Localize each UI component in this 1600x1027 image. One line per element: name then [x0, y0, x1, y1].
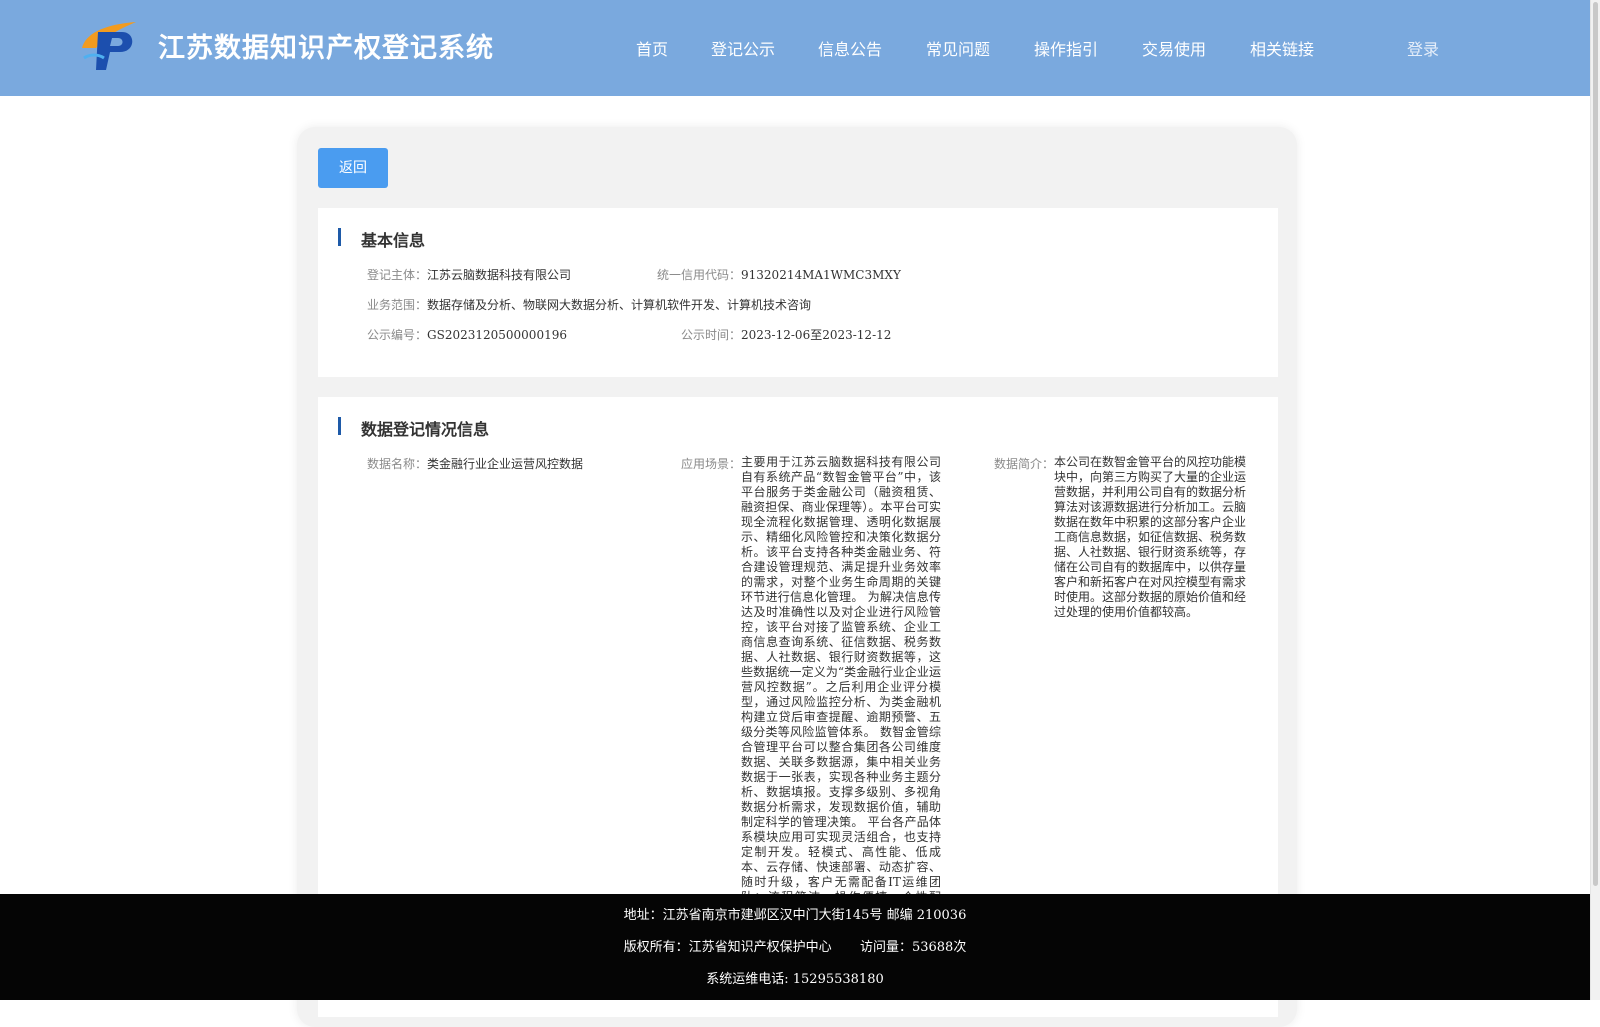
field-label: 数据名称： — [367, 457, 428, 471]
nav-item-info-announcement[interactable]: 信息公告 — [818, 36, 882, 60]
field-label: 登记主体： — [367, 268, 428, 282]
page-scrollbar-thumb[interactable] — [1593, 2, 1598, 886]
footer-visit-count: 访问量：53688次 — [859, 940, 967, 955]
nav-item-trading[interactable]: 交易使用 — [1142, 36, 1206, 60]
nav-item-guide[interactable]: 操作指引 — [1034, 36, 1098, 60]
field-value: GS2023120500000196 — [427, 328, 567, 342]
field-notice-number: 公示编号：GS2023120500000196 — [367, 326, 567, 343]
data-registration-title: 数据登记情况信息 — [361, 420, 490, 439]
site-header: 江苏数据知识产权登记系统 首页 登记公示 信息公告 常见问题 操作指引 交易使用… — [0, 0, 1600, 96]
field-label: 业务范围： — [367, 298, 428, 312]
basic-info-panel — [318, 208, 1278, 377]
application-scene-label: 应用场景： — [681, 457, 742, 471]
field-registration-subject: 登记主体：江苏云脑数据科技有限公司 — [367, 266, 571, 283]
field-label: 公示编号： — [367, 328, 428, 342]
field-label: 统一信用代码： — [657, 268, 742, 282]
section-accent-bar — [338, 417, 341, 435]
nav-item-faq[interactable]: 常见问题 — [926, 36, 990, 60]
field-credit-code: 统一信用代码：91320214MA1WMC3MXY — [657, 266, 901, 283]
field-value: 2023-12-06至2023-12-12 — [741, 328, 892, 342]
nav-item-links[interactable]: 相关链接 — [1250, 36, 1314, 60]
footer-phone: 系统运维电话: 15295538180 — [706, 972, 884, 987]
back-button[interactable]: 返回 — [318, 148, 388, 188]
main-nav: 首页 登记公示 信息公告 常见问题 操作指引 交易使用 相关链接 — [0, 36, 1600, 60]
footer-address: 地址：江苏省南京市建邺区汉中门大街145号 邮编 210036 — [623, 908, 967, 923]
data-intro-text: 本公司在数智金管平台的风控功能模块中，向第三方购买了大量的企业运营数据，并利用公… — [1054, 455, 1247, 619]
basic-info-title: 基本信息 — [361, 231, 426, 250]
field-label: 公示时间： — [681, 328, 742, 342]
footer-copyright-line: 版权所有：江苏省知识产权保护中心 访问量：53688次 — [0, 936, 1590, 955]
nav-item-registration-notice[interactable]: 登记公示 — [711, 36, 775, 60]
login-link[interactable]: 登录 — [1407, 36, 1439, 60]
field-value: 数据存储及分析、物联网大数据分析、计算机软件开发、计算机技术咨询 — [427, 298, 812, 312]
field-value: 91320214MA1WMC3MXY — [741, 268, 901, 282]
field-notice-time: 公示时间：2023-12-06至2023-12-12 — [681, 326, 891, 343]
field-value: 江苏云脑数据科技有限公司 — [427, 268, 572, 282]
field-data-name: 数据名称：类金融行业企业运营风控数据 — [367, 455, 583, 472]
nav-item-home[interactable]: 首页 — [636, 36, 668, 60]
footer-copyright: 版权所有：江苏省知识产权保护中心 — [623, 940, 832, 955]
application-scene-text: 主要用于江苏云脑数据科技有限公司自有系统产品“数智金管平台”中，该平台服务于类金… — [741, 455, 941, 894]
site-footer: 地址：江苏省南京市建邺区汉中门大街145号 邮编 210036 版权所有：江苏省… — [0, 894, 1590, 1000]
section-accent-bar — [338, 228, 341, 246]
data-intro-label: 数据简介： — [994, 457, 1055, 471]
field-value: 类金融行业企业运营风控数据 — [427, 457, 584, 471]
field-business-scope: 业务范围：数据存储及分析、物联网大数据分析、计算机软件开发、计算机技术咨询 — [367, 296, 811, 313]
